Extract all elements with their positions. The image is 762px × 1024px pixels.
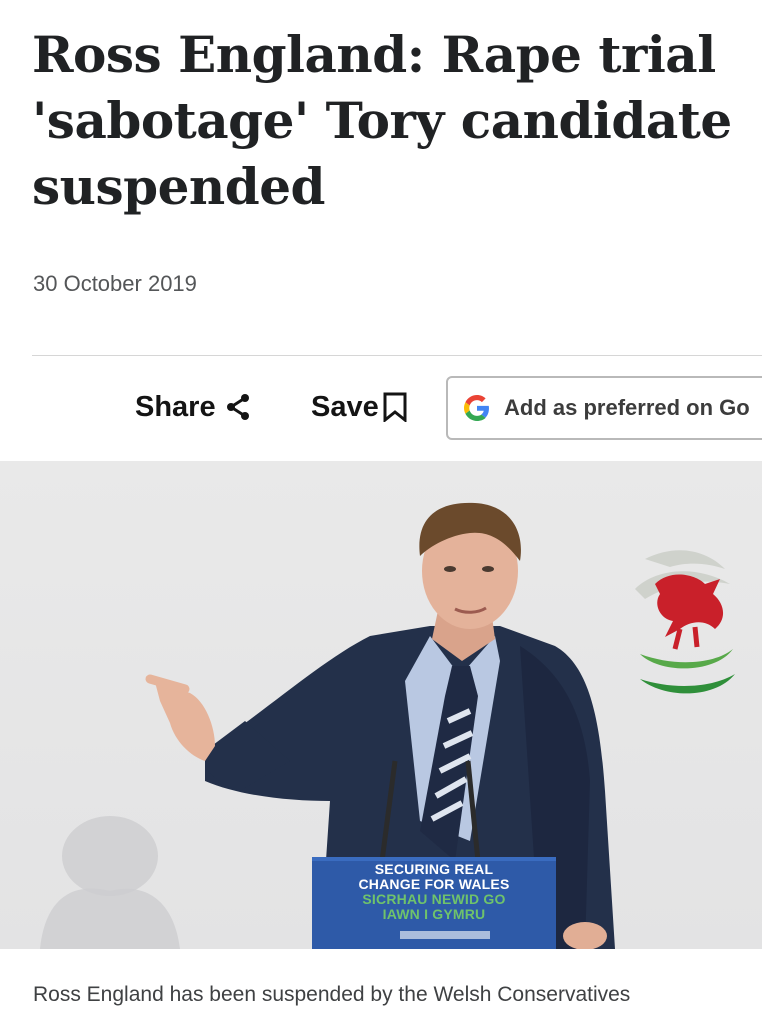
article-headline: Ross England: Rape trial 'sabotage' Tory… — [32, 25, 732, 216]
google-icon — [464, 395, 490, 421]
share-icon — [224, 393, 252, 421]
article-toolbar: Share Save Add as preferred on Go — [0, 376, 762, 440]
bookmark-icon — [382, 392, 408, 422]
add-preferred-source-button[interactable]: Add as preferred on Go — [446, 376, 762, 440]
share-button[interactable]: Share — [135, 388, 252, 426]
welsh-conservatives-logo — [635, 550, 735, 694]
divider — [32, 355, 762, 356]
lectern-line-cy-1: SICRHAU NEWID GO — [362, 891, 506, 907]
lectern-sign: SECURING REAL CHANGE FOR WALES SICRHAU N… — [318, 862, 550, 922]
save-button[interactable]: Save — [311, 388, 408, 426]
article-date: 30 October 2019 — [33, 271, 197, 296]
add-preferred-label: Add as preferred on Go — [504, 395, 750, 420]
speaker-shadow — [40, 816, 180, 949]
lectern-line-en-2: CHANGE FOR WALES — [358, 876, 510, 892]
share-label: Share — [135, 390, 216, 423]
lectern-line-cy-2: IAWN I GYMRU — [382, 906, 486, 922]
photo-caption: Ross England has been suspended by the W… — [33, 983, 631, 1006]
save-label: Save — [311, 390, 379, 423]
lectern-line-en-1: SECURING REAL — [374, 861, 494, 877]
